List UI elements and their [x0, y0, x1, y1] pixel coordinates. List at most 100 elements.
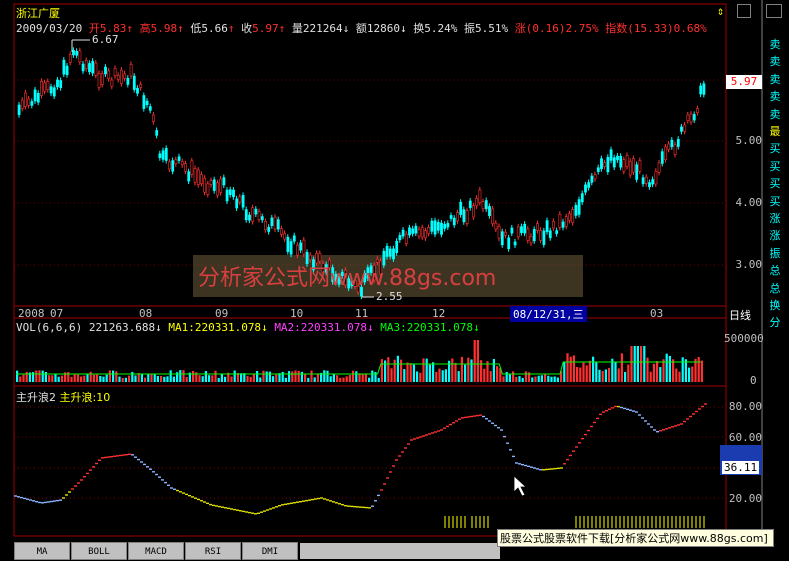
side-tab-5[interactable]: 最: [764, 123, 786, 139]
volume-bar: [128, 375, 131, 382]
candle-body: [475, 197, 479, 207]
volume-bar: [556, 377, 559, 382]
volume-bar: [156, 376, 159, 382]
tab-ma[interactable]: MA: [14, 542, 70, 560]
tab-dmi[interactable]: DMI: [242, 542, 298, 560]
period-label[interactable]: 日线: [729, 307, 751, 323]
volume-bar: [604, 369, 607, 382]
candle-body: [216, 182, 219, 196]
volume-bar: [508, 373, 511, 382]
volume-bar: [640, 346, 643, 382]
candle-body: [248, 214, 251, 221]
volume-bar: [339, 377, 342, 382]
side-tab-2[interactable]: 卖: [764, 71, 786, 87]
candle-body: [404, 233, 408, 244]
volume-bar: [51, 375, 54, 382]
side-tab-14[interactable]: 总: [764, 280, 786, 296]
candle-body: [635, 164, 639, 180]
volume-bar: [524, 371, 527, 382]
volume-bar: [467, 357, 470, 382]
candle-body: [619, 155, 623, 168]
volume-bar: [700, 360, 703, 382]
side-tab-7[interactable]: 买: [764, 158, 786, 174]
volume-value: 221264: [302, 22, 343, 35]
candle-body: [401, 229, 405, 237]
candle-body: [600, 158, 603, 170]
volume-bar: [496, 366, 499, 382]
candle-body: [292, 235, 296, 242]
volume-bar: [323, 370, 326, 382]
side-tab-11[interactable]: 涨: [764, 227, 786, 243]
side-tab-0[interactable]: 卖: [764, 36, 786, 52]
window-icon[interactable]: [766, 4, 782, 18]
volume-bar: [115, 371, 118, 382]
volume-bar: [262, 370, 265, 382]
volume-bar: [342, 377, 345, 382]
scroll-up-down-icon[interactable]: ⇕: [717, 4, 724, 18]
volume-bar: [438, 368, 441, 382]
candle-body: [212, 179, 216, 191]
volume-bar: [547, 375, 550, 382]
index-label: 指数: [605, 22, 628, 35]
volume-bar: [112, 370, 115, 382]
tab-rsi[interactable]: RSI: [185, 542, 241, 560]
ind-tick-60: 60.00: [728, 431, 762, 444]
tab-macd[interactable]: MACD: [128, 542, 184, 560]
volume-bar: [22, 374, 25, 382]
candle-body: [206, 183, 210, 195]
candle-body: [36, 93, 40, 103]
candle-body: [65, 65, 69, 76]
volume-bar: [451, 358, 454, 382]
candle-body: [542, 230, 546, 245]
volume-bar: [595, 361, 598, 382]
volume-bar: [492, 359, 495, 382]
volume-bar: [217, 377, 220, 382]
candle-body: [670, 139, 674, 148]
bottom-banner[interactable]: 股票公式股票软件下载[分析家公式网www.88gs.com]: [497, 529, 774, 547]
candle-body: [667, 143, 671, 150]
price-tick-3: 3.00: [735, 258, 763, 271]
restore-icon[interactable]: [737, 4, 751, 18]
candle-body: [296, 244, 299, 256]
candle-body: [574, 205, 578, 216]
candle-body: [219, 178, 223, 193]
volume-bar: [403, 369, 406, 382]
indicator-series-label: 主升浪:10: [59, 391, 111, 404]
quote-line: 2009/03/20 开5.83↑ 高5.98↑ 低5.66↑ 收5.97↑ 量…: [16, 22, 707, 35]
side-tab-16[interactable]: 分: [764, 314, 786, 330]
candle-body: [168, 161, 171, 170]
change-label: 涨: [514, 22, 526, 35]
side-tab-3[interactable]: 卖: [764, 88, 786, 104]
volume-bar: [108, 370, 111, 382]
side-tab-8[interactable]: 买: [764, 175, 786, 191]
time-label-03: 03: [650, 307, 664, 320]
candle-body: [30, 101, 34, 106]
volume-bar: [304, 373, 307, 382]
volume-bar: [624, 371, 627, 382]
volume-bar: [572, 355, 575, 382]
volume-bar: [633, 346, 636, 382]
side-tab-10[interactable]: 涨: [764, 210, 786, 226]
indicator-value-box: 36.11: [720, 445, 762, 475]
candle-body: [612, 157, 616, 168]
vol-ma1: MA1:220331.078: [168, 321, 262, 334]
candle-body: [132, 75, 136, 90]
volume-bar: [38, 370, 41, 382]
side-tab-1[interactable]: 卖: [764, 53, 786, 69]
candle-body: [593, 174, 597, 180]
side-tab-9[interactable]: 买: [764, 193, 786, 209]
side-tab-6[interactable]: 买: [764, 140, 786, 156]
volume-bar: [480, 360, 483, 382]
candle-body: [449, 215, 453, 219]
side-tab-13[interactable]: 总: [764, 262, 786, 278]
side-tab-15[interactable]: 换: [764, 297, 786, 313]
volume-bar: [518, 376, 521, 382]
volume-bar: [582, 362, 585, 382]
candle-body: [603, 162, 607, 168]
side-tab-4[interactable]: 卖: [764, 106, 786, 122]
volume-bar: [608, 367, 611, 382]
indicator-header: 主升浪2 主升浪:10: [16, 389, 110, 405]
side-tab-12[interactable]: 振: [764, 245, 786, 261]
tab-boll[interactable]: BOLL: [71, 542, 127, 560]
candle-body: [235, 198, 239, 209]
